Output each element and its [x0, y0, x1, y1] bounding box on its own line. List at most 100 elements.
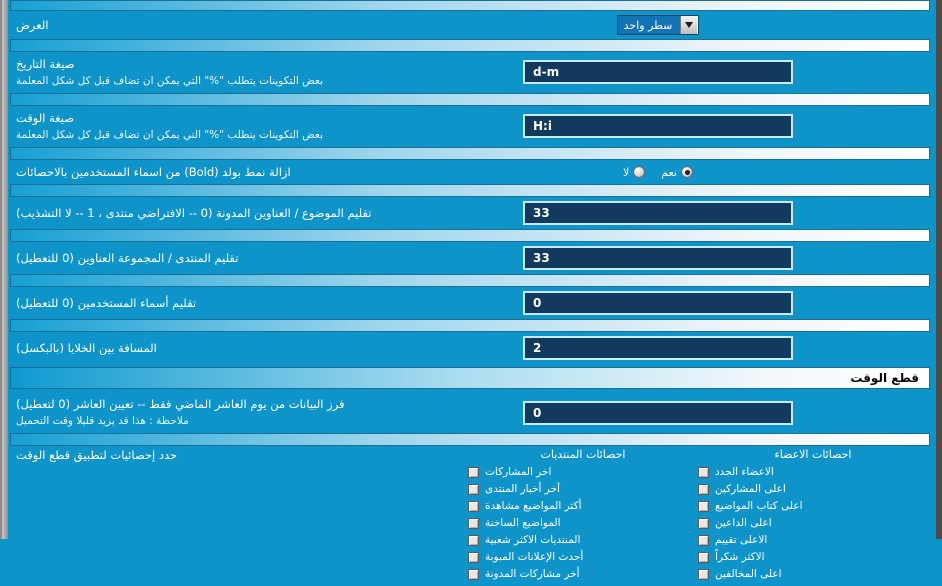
remove-bold-option-yes-label: نعم: [661, 165, 677, 179]
trim-topic-label: تقليم الموضوع / العناوين المدونة (0 -- ا…: [16, 206, 372, 221]
time-format-label: صيغة الوقت: [16, 110, 75, 125]
timecut-stats-selector-label: حدد إحصائيات لتطبيق قطع الوقت: [16, 448, 178, 463]
list-item-label: آخر أخبار المنتدى: [485, 483, 560, 496]
stats-members-list: الاعضاء الجدد اعلى المشاركين اعلى كتاب ا…: [698, 465, 928, 582]
checkbox-icon[interactable]: [698, 535, 709, 547]
row-date-format: صيغة التاريخ بعض التكوينات يتطلب "%" الت…: [2, 52, 936, 93]
list-item[interactable]: المنتديات الاكثر شعبية: [468, 533, 698, 548]
list-item-label: أحدث الإعلانات المبوبة: [485, 551, 584, 564]
list-item[interactable]: اعلى المشاركين: [698, 482, 928, 497]
stats-forums-list: اخر المشاركات آخر أخبار المنتدى أكثر الم…: [468, 465, 698, 582]
window-left-edge: [2, 0, 8, 539]
checkbox-icon[interactable]: [698, 484, 709, 496]
list-item[interactable]: اعلى الداعين: [698, 516, 928, 531]
row-time-format: صيغة الوقت بعض التكوينات يتطلب "%" التي …: [2, 106, 936, 147]
divider-after-time-format: [10, 146, 930, 160]
divider-after-date-format: [10, 92, 930, 106]
cell-spacing-label: المسافة بين الخلايا (بالبكسل): [16, 341, 157, 356]
timecut-stats-selector: احصائات الاعضاء الاعضاء الجدد اعلى المشا…: [2, 446, 936, 586]
display-label: العرض: [16, 17, 49, 32]
list-item-label: اخر المشاركات: [485, 466, 552, 479]
checkbox-icon[interactable]: [698, 552, 709, 564]
list-item-label: اعلى الداعين: [715, 517, 772, 530]
date-format-control-cell: [388, 60, 928, 85]
row-display: سطر واحد العرض: [2, 11, 936, 39]
radio-no-icon[interactable]: [633, 166, 646, 179]
stats-column-forums-title: احصائات المنتديات: [540, 448, 626, 462]
list-item[interactable]: الاعضاء الجدد: [698, 465, 928, 480]
cell-spacing-control-cell: [388, 336, 928, 361]
checkbox-icon[interactable]: [468, 552, 479, 564]
sort-rows-description: ملاحظة : هذا قد يزيد قليلا وقت التحميل: [16, 415, 189, 428]
list-item-label: الاعضاء الجدد: [715, 466, 774, 479]
list-item[interactable]: اعلى المخالفين: [698, 567, 928, 582]
cell-spacing-label-cell: المسافة بين الخلايا (بالبكسل): [10, 340, 388, 357]
remove-bold-label: ازالة نمط بولد (Bold) من اسماء المستخدمي…: [16, 164, 291, 179]
time-format-control-cell: [388, 114, 928, 139]
divider-after-display: [10, 39, 930, 52]
divider-after-remove-bold: [10, 184, 930, 198]
remove-bold-option-no-label: لا: [623, 165, 630, 179]
list-item-label: اعلى المخالفين: [715, 568, 782, 581]
trim-forum-input[interactable]: [523, 246, 793, 271]
trim-usernames-label: تقليم أسماء المستخدمين (0 للتعطيل): [16, 296, 197, 311]
trim-topic-input[interactable]: [523, 201, 793, 226]
remove-bold-option-no[interactable]: لا: [623, 165, 646, 179]
cell-spacing-input[interactable]: [523, 336, 793, 361]
date-format-description: بعض التكوينات يتطلب "%" التي يمكن ان تضا…: [16, 74, 324, 87]
list-item[interactable]: أكثر المواضيع مشاهدة: [468, 499, 698, 514]
date-format-input[interactable]: [523, 60, 793, 85]
list-item-label: الاكثر شكراً: [715, 551, 765, 564]
trim-forum-control-cell: [388, 246, 928, 271]
checkbox-icon[interactable]: [698, 467, 709, 479]
date-format-label: صيغة التاريخ: [16, 57, 75, 71]
chevron-down-icon[interactable]: [680, 16, 699, 34]
stats-column-members: احصائات الاعضاء الاعضاء الجدد اعلى المشا…: [698, 448, 928, 582]
trim-usernames-input[interactable]: [523, 291, 793, 316]
row-trim-topic: تقليم الموضوع / العناوين المدونة (0 -- ا…: [2, 197, 936, 229]
trim-usernames-label-cell: تقليم أسماء المستخدمين (0 للتعطيل): [10, 295, 388, 312]
list-item[interactable]: الاكثر شكراً: [698, 550, 928, 565]
list-item-label: أخر مشاركات المدونة: [485, 568, 580, 581]
radio-yes-icon[interactable]: [681, 166, 693, 179]
display-select[interactable]: سطر واحد: [616, 15, 700, 35]
checkbox-icon[interactable]: [468, 501, 479, 513]
checkbox-icon[interactable]: [698, 501, 709, 513]
checkbox-icon[interactable]: [468, 518, 479, 530]
checkbox-icon[interactable]: [698, 569, 709, 581]
row-trim-forum: تقليم المنتدى / المجموعة العناوين (0 للت…: [2, 242, 936, 274]
checkbox-icon[interactable]: [468, 569, 479, 581]
sort-rows-input[interactable]: [523, 400, 793, 425]
list-item[interactable]: أخر مشاركات المدونة: [468, 567, 698, 582]
remove-bold-control-cell: نعم لا: [388, 166, 928, 179]
list-item[interactable]: اخر المشاركات: [468, 465, 698, 480]
remove-bold-option-yes[interactable]: نعم: [661, 166, 693, 179]
checkbox-icon[interactable]: [468, 484, 479, 496]
list-item[interactable]: اعلى كتاب المواضيع: [698, 499, 928, 514]
time-format-input[interactable]: [523, 114, 793, 139]
list-item-label: أكثر المواضيع مشاهدة: [485, 500, 582, 513]
trim-topic-label-cell: تقليم الموضوع / العناوين المدونة (0 -- ا…: [10, 205, 388, 222]
list-item[interactable]: المواضيع الساخنة: [468, 516, 698, 531]
remove-bold-label-cell: ازالة نمط بولد (Bold) من اسماء المستخدمي…: [10, 164, 388, 181]
list-item[interactable]: الاعلى تقييم: [698, 533, 928, 548]
checkbox-icon[interactable]: [468, 535, 479, 547]
divider-after-trim-usernames: [10, 319, 930, 333]
row-sort-rows: فرز البيانات من يوم العاشر الماضي فقط --…: [2, 392, 936, 433]
display-control-cell: سطر واحد: [388, 15, 928, 35]
remove-bold-radio-group: نعم لا: [623, 166, 693, 179]
row-cell-spacing: المسافة بين الخلايا (بالبكسل): [2, 332, 936, 364]
sort-rows-control-cell: [388, 400, 928, 425]
sort-rows-label-cell: فرز البيانات من يوم العاشر الماضي فقط --…: [10, 396, 388, 429]
list-item[interactable]: أحدث الإعلانات المبوبة: [468, 550, 698, 565]
list-item-label: اعلى المشاركين: [715, 483, 786, 496]
trim-forum-label-cell: تقليم المنتدى / المجموعة العناوين (0 للت…: [10, 250, 388, 267]
timecut-section-header: قطع الوقت: [10, 367, 930, 390]
checkbox-icon[interactable]: [468, 467, 479, 479]
stats-column-forums: احصائات المنتديات اخر المشاركات آخر أخبا…: [468, 448, 698, 582]
list-item-label: اعلى كتاب المواضيع: [715, 500, 803, 513]
sort-rows-label: فرز البيانات من يوم العاشر الماضي فقط --…: [16, 397, 345, 412]
checkbox-icon[interactable]: [698, 518, 709, 530]
divider-after-trim-topic: [10, 229, 930, 243]
list-item[interactable]: آخر أخبار المنتدى: [468, 482, 698, 497]
